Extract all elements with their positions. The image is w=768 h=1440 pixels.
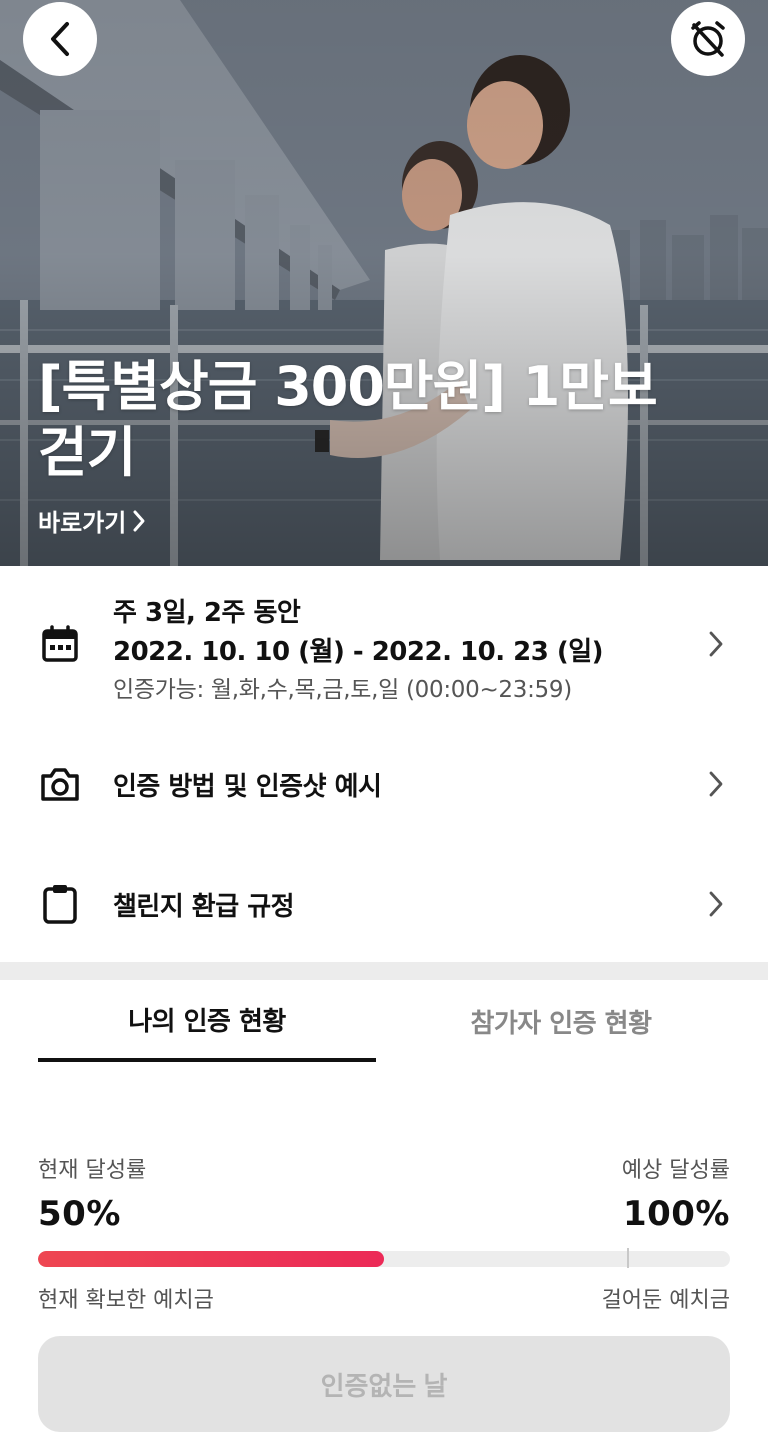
refund-rules-label: 챌린지 환급 규정 [113, 892, 295, 922]
chevron-right-icon [704, 629, 728, 659]
no-verification-day-button[interactable]: 인증없는 날 [38, 1336, 730, 1432]
method-row[interactable]: 인증 방법 및 인증샷 예시 [0, 742, 768, 826]
hero-banner: [특별상금 300만원] 1만보 걷기 바로가기 [0, 0, 768, 566]
calendar-icon [38, 622, 82, 666]
expected-rate-value: 100% [622, 1194, 730, 1234]
camera-icon [38, 762, 82, 806]
progress-marker [627, 1248, 629, 1268]
refund-rules-row[interactable]: 챌린지 환급 규정 [0, 862, 768, 946]
chevron-right-icon [133, 510, 145, 531]
tab-participants-status[interactable]: 참가자 인증 현황 [392, 980, 730, 1062]
current-rate-label: 현재 달성률 [38, 1158, 147, 1183]
shortcut-link-label: 바로가기 [38, 509, 127, 537]
deposited-amount-label: 걸어둔 예치금 [601, 1288, 730, 1313]
progress-bar-fill [38, 1251, 384, 1267]
section-divider [0, 962, 768, 980]
secured-deposit-label: 현재 확보한 예치금 [38, 1288, 214, 1313]
schedule-row[interactable]: 주 3일, 2주 동안 2022. 10. 10 (월) - 2022. 10.… [0, 588, 768, 703]
chevron-left-icon [51, 22, 69, 56]
schedule-period: 2022. 10. 10 (월) - 2022. 10. 23 (일) [113, 637, 604, 667]
alarm-off-icon [691, 21, 725, 57]
tab-my-status[interactable]: 나의 인증 현황 [38, 980, 376, 1062]
schedule-available: 인증가능: 월,화,수,목,금,토,일 (00:00~23:59) [113, 677, 572, 703]
current-rate-value: 50% [38, 1194, 121, 1234]
expected-rate-label: 예상 달성률 [621, 1158, 730, 1183]
back-button[interactable] [23, 2, 97, 76]
clipboard-icon [38, 882, 82, 926]
alarm-off-button[interactable] [671, 2, 745, 76]
chevron-right-icon [704, 769, 728, 799]
method-label: 인증 방법 및 인증샷 예시 [113, 772, 382, 802]
schedule-frequency: 주 3일, 2주 동안 [113, 598, 301, 628]
shortcut-link[interactable]: 바로가기 [38, 503, 146, 538]
challenge-title: [특별상금 300만원] 1만보 걷기 [38, 355, 658, 484]
chevron-right-icon [704, 889, 728, 919]
